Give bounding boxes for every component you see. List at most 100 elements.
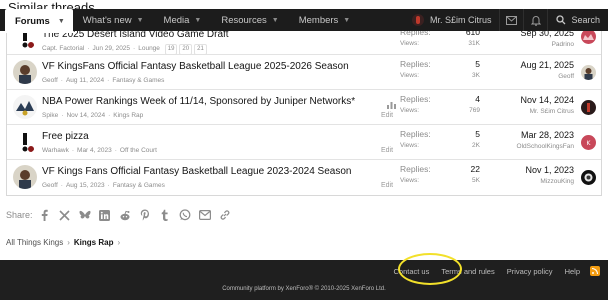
- chevron-down-icon[interactable]: ▼: [137, 17, 144, 24]
- thread-forum[interactable]: Fantasy & Games: [113, 182, 165, 189]
- x-icon[interactable]: [59, 209, 71, 221]
- linkedin-icon[interactable]: [99, 209, 111, 221]
- latest-user-avatar[interactable]: [581, 29, 596, 44]
- thread-author[interactable]: Warhawk: [42, 147, 69, 154]
- thread-forum[interactable]: Kings Rap: [113, 112, 143, 119]
- chevron-down-icon[interactable]: ▼: [194, 17, 201, 24]
- edit-link[interactable]: Edit: [381, 182, 393, 189]
- latest-post-date[interactable]: Aug 21, 2025: [520, 59, 574, 71]
- latest-post: Nov 1, 2023 MizzouKing: [525, 164, 574, 185]
- thread-author[interactable]: Capt. Factorial: [42, 45, 84, 52]
- thread-row[interactable]: VF Kings Fans Official Fantasy Basketbal…: [7, 160, 601, 195]
- latest-user-avatar[interactable]: [581, 170, 596, 185]
- page-link[interactable]: 20: [179, 44, 193, 55]
- facebook-icon[interactable]: [39, 209, 51, 221]
- latest-post-user[interactable]: MizzouKing: [525, 178, 574, 185]
- edit-link[interactable]: Edit: [381, 147, 393, 154]
- latest-user-avatar[interactable]: [581, 100, 596, 115]
- views-label: Views:: [400, 177, 420, 184]
- views-count: 3K: [472, 72, 480, 79]
- thread-title-link[interactable]: VF Kings Fans Official Fantasy Basketbal…: [42, 165, 382, 178]
- thread-author[interactable]: Spike: [42, 112, 58, 119]
- thread-page-links: 19 20 21: [164, 44, 207, 55]
- views-label: Views:: [400, 72, 420, 79]
- thread-forum[interactable]: Fantasy & Games: [112, 77, 164, 84]
- page-link[interactable]: 21: [194, 44, 207, 55]
- bell-icon[interactable]: [523, 9, 547, 31]
- replies-count: 22: [470, 164, 480, 174]
- link-icon[interactable]: [219, 209, 231, 221]
- thread-row[interactable]: NBA Power Rankings Week of 11/14, Sponso…: [7, 90, 601, 125]
- account-menu[interactable]: Mr. S£im Citrus: [404, 14, 500, 26]
- breadcrumb-item-current[interactable]: Kings Rap: [74, 238, 114, 247]
- tab-resources[interactable]: Resources ▼: [211, 9, 288, 31]
- replies-count: 4: [475, 94, 480, 104]
- thread-title-link[interactable]: NBA Power Rankings Week of 11/14, Sponso…: [42, 95, 382, 108]
- thread-title-link[interactable]: Free pizza: [42, 130, 382, 143]
- thread-author[interactable]: Geoff: [42, 77, 58, 84]
- share-bar: Share:: [6, 209, 239, 221]
- author-avatar[interactable]: [13, 165, 37, 189]
- thread-title-link[interactable]: VF KingsFans Official Fantasy Basketball…: [42, 60, 382, 73]
- views-label: Views:: [400, 40, 420, 47]
- tab-whats-new[interactable]: What's new ▼: [73, 9, 154, 31]
- latest-post-date[interactable]: Mar 28, 2023: [517, 129, 574, 141]
- page-link[interactable]: 19: [164, 44, 178, 55]
- thread-start-date[interactable]: Mar 4, 2023: [77, 147, 112, 154]
- views-label: Views:: [400, 107, 420, 114]
- thread-start-date[interactable]: Aug 15, 2023: [66, 182, 105, 189]
- pinterest-icon[interactable]: [139, 209, 151, 221]
- views-count: 769: [469, 107, 480, 114]
- thread-start-date[interactable]: Jun 29, 2025: [92, 45, 130, 52]
- thread-forum[interactable]: Off the Court: [120, 147, 157, 154]
- author-avatar[interactable]: [13, 60, 37, 84]
- latest-post-user[interactable]: OldSchoolKingsFan: [517, 143, 574, 150]
- latest-post-date[interactable]: Nov 14, 2024: [520, 94, 574, 106]
- views-label: Views:: [400, 142, 420, 149]
- tab-members[interactable]: Members ▼: [289, 9, 361, 31]
- tab-media[interactable]: Media ▼: [154, 9, 212, 31]
- annotation-highlight-circle: [398, 253, 462, 285]
- thread-start-date[interactable]: Nov 14, 2024: [66, 112, 105, 119]
- replies-label: Replies:: [400, 129, 431, 139]
- username: Mr. S£im Citrus: [429, 15, 492, 25]
- privacy-link[interactable]: Privacy policy: [507, 267, 553, 276]
- thread-forum[interactable]: Lounge: [138, 45, 160, 52]
- tab-label: What's new: [82, 14, 132, 26]
- breadcrumb-item[interactable]: All Things Kings: [6, 238, 63, 247]
- chevron-down-icon[interactable]: ▼: [272, 17, 279, 24]
- latest-post-user[interactable]: Mr. S£im Citrus: [520, 108, 574, 115]
- author-avatar[interactable]: [13, 95, 37, 119]
- email-icon[interactable]: [198, 209, 211, 221]
- tumblr-icon[interactable]: [159, 209, 171, 221]
- chevron-down-icon[interactable]: ▼: [58, 18, 65, 25]
- latest-post-date[interactable]: Nov 1, 2023: [525, 164, 574, 176]
- thread-stats: Replies: 22 Views: 5K: [400, 164, 480, 186]
- chevron-down-icon[interactable]: ▼: [343, 17, 350, 24]
- reddit-icon[interactable]: [119, 209, 131, 221]
- whatsapp-icon[interactable]: [179, 209, 191, 221]
- thread-row[interactable]: Free pizza Warhawk · Mar 4, 2023 · Off the C…: [7, 125, 601, 160]
- rss-icon[interactable]: [590, 266, 600, 276]
- thread-stats: Replies: 5 Views: 3K: [400, 59, 480, 81]
- mail-icon[interactable]: [499, 9, 523, 31]
- search-button[interactable]: Search: [547, 9, 608, 31]
- latest-post-user[interactable]: Geoff: [520, 73, 574, 80]
- thread-stats: Replies: 5 Views: 2K: [400, 129, 480, 151]
- latest-user-avatar[interactable]: K: [581, 135, 596, 150]
- edit-link[interactable]: Edit: [381, 112, 393, 119]
- search-icon: [556, 15, 566, 25]
- latest-user-avatar[interactable]: [581, 65, 596, 80]
- tab-forums[interactable]: Forums ▼: [5, 9, 73, 33]
- help-link[interactable]: Help: [565, 267, 580, 276]
- author-avatar[interactable]: [13, 130, 37, 154]
- latest-post-user[interactable]: Padrino: [520, 41, 574, 48]
- thread-author[interactable]: Geoff: [42, 182, 58, 189]
- bluesky-icon[interactable]: [79, 209, 91, 221]
- share-label: Share:: [6, 210, 33, 220]
- tab-label: Resources: [221, 14, 267, 26]
- thread-start-date[interactable]: Aug 11, 2024: [66, 77, 104, 84]
- breadcrumb: All Things Kings › Kings Rap ›: [6, 238, 124, 247]
- thread-row[interactable]: VF KingsFans Official Fantasy Basketball…: [7, 55, 601, 90]
- views-count: 31K: [468, 40, 480, 47]
